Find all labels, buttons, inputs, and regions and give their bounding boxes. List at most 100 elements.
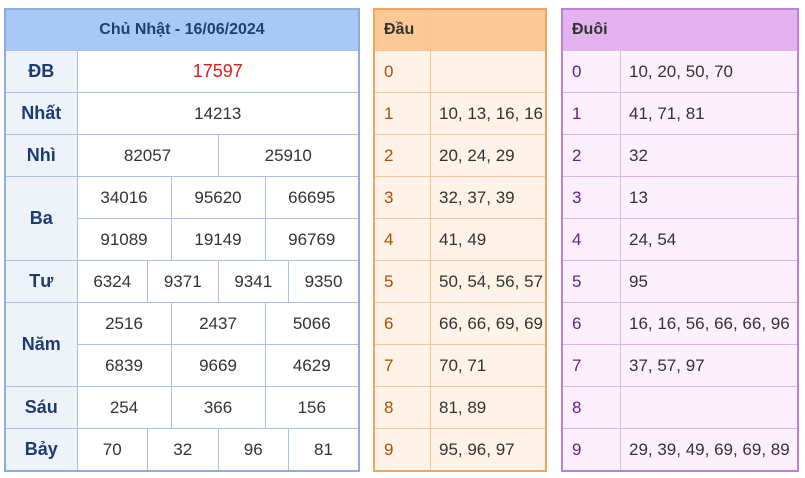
head-digit: 1 bbox=[373, 92, 431, 136]
tails-row: 7 37, 57, 97 bbox=[561, 344, 799, 388]
prize-value: 19149 bbox=[170, 218, 266, 262]
tail-values: 24, 54 bbox=[620, 218, 799, 262]
tails-row: 0 10, 20, 50, 70 bbox=[561, 50, 799, 94]
prize-row-seventh: Bảy 70 32 96 81 bbox=[4, 428, 360, 472]
head-values: 95, 96, 97 bbox=[430, 428, 547, 472]
head-digit: 8 bbox=[373, 386, 431, 430]
prize-label: Bảy bbox=[4, 428, 78, 472]
heads-row: 3 32, 37, 39 bbox=[373, 176, 547, 220]
prize-value: 6839 bbox=[76, 344, 172, 388]
prize-value: 96769 bbox=[264, 218, 360, 262]
tails-row: 3 13 bbox=[561, 176, 799, 220]
prize-value: 14213 bbox=[76, 92, 360, 136]
prize-value: 2516 bbox=[76, 302, 172, 346]
prize-value: 82057 bbox=[76, 134, 219, 178]
tail-values: 37, 57, 97 bbox=[620, 344, 799, 388]
head-values: 50, 54, 56, 57 bbox=[430, 260, 547, 304]
heads-row: 5 50, 54, 56, 57 bbox=[373, 260, 547, 304]
tails-row: 5 95 bbox=[561, 260, 799, 304]
tail-digit: 3 bbox=[561, 176, 621, 220]
tails-table: Đuôi 0 10, 20, 50, 70 1 41, 71, 81 2 32 3 13… bbox=[561, 8, 799, 472]
head-values bbox=[430, 50, 547, 94]
prize-value: 91089 bbox=[76, 218, 172, 262]
prize-value: 2437 bbox=[170, 302, 266, 346]
heads-header-blank bbox=[430, 8, 547, 52]
prize-value: 9341 bbox=[217, 260, 289, 304]
head-values: 70, 71 bbox=[430, 344, 547, 388]
prize-row-second: Nhì 82057 25910 bbox=[4, 134, 360, 178]
prize-label: Ba bbox=[4, 176, 78, 262]
prize-value: 95620 bbox=[170, 176, 266, 220]
special-prize-value: 17597 bbox=[76, 50, 360, 94]
prize-value: 9371 bbox=[147, 260, 219, 304]
prize-label: Năm bbox=[4, 302, 78, 388]
head-digit: 4 bbox=[373, 218, 431, 262]
prize-value: 4629 bbox=[264, 344, 360, 388]
tails-header-blank bbox=[620, 8, 799, 52]
head-digit: 7 bbox=[373, 344, 431, 388]
head-values: 81, 89 bbox=[430, 386, 547, 430]
prize-row-first: Nhất 14213 bbox=[4, 92, 360, 136]
prize-row-sixth: Sáu 254 366 156 bbox=[4, 386, 360, 430]
tails-row: 2 32 bbox=[561, 134, 799, 178]
head-values: 20, 24, 29 bbox=[430, 134, 547, 178]
tail-digit: 9 bbox=[561, 428, 621, 472]
prize-value: 366 bbox=[170, 386, 266, 430]
heads-row: 6 66, 66, 69, 69 bbox=[373, 302, 547, 346]
heads-row: 2 20, 24, 29 bbox=[373, 134, 547, 178]
heads-row: 9 95, 96, 97 bbox=[373, 428, 547, 472]
tails-row: 1 41, 71, 81 bbox=[561, 92, 799, 136]
prize-value: 6324 bbox=[76, 260, 148, 304]
heads-title: Đầu bbox=[373, 8, 431, 52]
prize-value: 9669 bbox=[170, 344, 266, 388]
head-digit: 5 bbox=[373, 260, 431, 304]
head-digit: 3 bbox=[373, 176, 431, 220]
heads-row: 1 10, 13, 16, 16 bbox=[373, 92, 547, 136]
head-digit: 9 bbox=[373, 428, 431, 472]
tails-header: Đuôi bbox=[561, 8, 799, 52]
tail-values: 16, 16, 56, 66, 66, 96 bbox=[620, 302, 799, 346]
prize-row-third: Ba 34016 95620 66695 bbox=[4, 176, 360, 262]
prize-value: 32 bbox=[147, 428, 219, 472]
head-values: 10, 13, 16, 16 bbox=[430, 92, 547, 136]
tails-row: 8 bbox=[561, 386, 799, 430]
prize-value: 156 bbox=[264, 386, 360, 430]
prize-value: 66695 bbox=[264, 176, 360, 220]
tails-title: Đuôi bbox=[561, 8, 621, 52]
head-digit: 6 bbox=[373, 302, 431, 346]
tail-values: 32 bbox=[620, 134, 799, 178]
prize-row-fourth: Tư 6324 9371 9341 9350 bbox=[4, 260, 360, 304]
prize-value: 25910 bbox=[217, 134, 360, 178]
prize-label: Sáu bbox=[4, 386, 78, 430]
head-values: 41, 49 bbox=[430, 218, 547, 262]
heads-row: 0 bbox=[373, 50, 547, 94]
prize-label: ĐB bbox=[4, 50, 78, 94]
head-values: 66, 66, 69, 69 bbox=[430, 302, 547, 346]
tail-digit: 8 bbox=[561, 386, 621, 430]
tails-row: 4 24, 54 bbox=[561, 218, 799, 262]
prize-label: Nhì bbox=[4, 134, 78, 178]
prize-value: 96 bbox=[217, 428, 289, 472]
tail-values: 29, 39, 49, 69, 69, 89 bbox=[620, 428, 799, 472]
prize-value: 34016 bbox=[76, 176, 172, 220]
tail-values: 95 bbox=[620, 260, 799, 304]
tail-digit: 7 bbox=[561, 344, 621, 388]
tail-values bbox=[620, 386, 799, 430]
tail-values: 13 bbox=[620, 176, 799, 220]
tails-row: 9 29, 39, 49, 69, 69, 89 bbox=[561, 428, 799, 472]
heads-row: 4 41, 49 bbox=[373, 218, 547, 262]
results-table: Chủ Nhật - 16/06/2024 ĐB 17597 Nhất 1421… bbox=[4, 8, 360, 472]
prize-label: Nhất bbox=[4, 92, 78, 136]
prize-row-special: ĐB 17597 bbox=[4, 50, 360, 94]
tail-values: 41, 71, 81 bbox=[620, 92, 799, 136]
tail-digit: 2 bbox=[561, 134, 621, 178]
head-digit: 0 bbox=[373, 50, 431, 94]
heads-row: 7 70, 71 bbox=[373, 344, 547, 388]
head-values: 32, 37, 39 bbox=[430, 176, 547, 220]
prize-value: 9350 bbox=[288, 260, 360, 304]
prize-value: 5066 bbox=[264, 302, 360, 346]
heads-row: 8 81, 89 bbox=[373, 386, 547, 430]
prize-label: Tư bbox=[4, 260, 78, 304]
results-title: Chủ Nhật - 16/06/2024 bbox=[4, 8, 360, 52]
head-digit: 2 bbox=[373, 134, 431, 178]
